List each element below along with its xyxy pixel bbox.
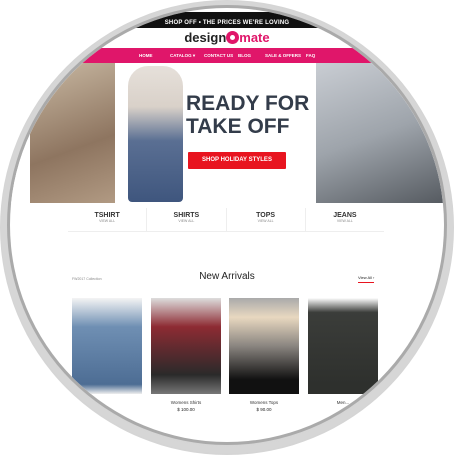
category-shirts[interactable]: SHIRTS VIEW ALL: [147, 208, 227, 231]
product-image[interactable]: [151, 298, 221, 394]
section-title: New Arrivals: [199, 271, 255, 282]
category-jeans[interactable]: JEANS VIEW ALL: [306, 208, 384, 231]
product-price: $ 100.00: [177, 407, 195, 412]
product-image[interactable]: [229, 298, 299, 394]
shop-holiday-button[interactable]: SHOP HOLIDAY STYLES: [188, 152, 286, 169]
category-tshirt[interactable]: TSHIRT VIEW ALL: [68, 208, 148, 231]
product-image[interactable]: [308, 298, 378, 394]
product-name[interactable]: Men...: [308, 400, 378, 405]
category-tops[interactable]: TOPS VIEW ALL: [227, 208, 306, 231]
hero-headline: READY FOR TAKE OFF: [186, 92, 310, 138]
nav-blog[interactable]: BLOG: [238, 48, 251, 63]
nav-faq[interactable]: FAQ: [306, 48, 315, 63]
product-name[interactable]: Womens Tops: [229, 400, 299, 405]
product-image[interactable]: [72, 298, 142, 394]
logo-text-accent: mate: [239, 30, 270, 45]
category-strip: TSHIRT VIEW ALL SHIRTS VIEW ALL TOPS VIEW A…: [68, 208, 384, 232]
logo-icon: [226, 31, 240, 44]
nav-home[interactable]: HOME: [139, 48, 153, 63]
nav-contact[interactable]: CONTACT US: [204, 48, 233, 63]
hero-model-image: [128, 66, 183, 202]
hero-image-right: [316, 63, 444, 203]
hero-image-left: [30, 63, 115, 203]
nav-sale[interactable]: SALE & OFFERS: [265, 48, 301, 63]
logo-text: design: [184, 30, 227, 45]
view-all-link[interactable]: View All ›: [358, 275, 375, 283]
product-name[interactable]: Womens Shirts: [151, 400, 221, 405]
promo-bar: SHOP OFF • THE PRICES WE'RE LOVING: [10, 12, 444, 28]
nav-catalog[interactable]: CATALOG ▾: [170, 48, 195, 63]
product-price: $ 90.00: [256, 407, 272, 412]
main-nav: HOME CATALOG ▾ CONTACT US BLOG SALE & OF…: [10, 48, 444, 63]
logo[interactable]: design mate: [10, 30, 444, 45]
website-preview: SHOP OFF • THE PRICES WE'RE LOVING desig…: [10, 8, 444, 442]
